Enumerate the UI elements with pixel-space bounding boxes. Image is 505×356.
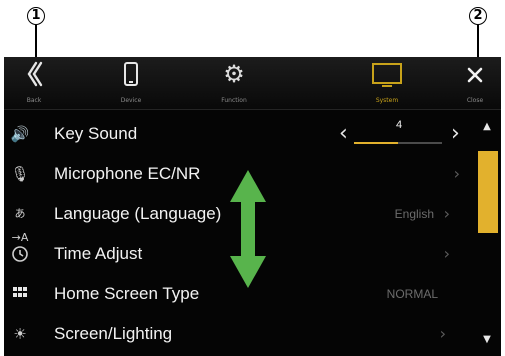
tab-back-label: Back	[26, 97, 42, 104]
row-label: Time Adjust	[54, 244, 143, 263]
callout-1: 1	[27, 7, 45, 25]
stepper-decrease-button[interactable]: ‹	[339, 114, 348, 154]
close-icon	[452, 66, 498, 89]
settings-row-screen-lighting[interactable]: ☀ Screen/Lighting ›	[4, 314, 472, 354]
settings-row-key-sound: 🔊 Key Sound ‹ 4 ›	[4, 114, 472, 154]
tab-device-label: Device	[120, 97, 142, 104]
microphone-icon: 🎙	[10, 165, 30, 183]
callout-line-1	[35, 25, 37, 57]
chevron-right-icon: ›	[453, 164, 460, 183]
language-value: English	[394, 207, 434, 221]
speaker-icon: 🔊	[10, 125, 30, 143]
row-label: Microphone EC/NR	[54, 164, 201, 183]
scrollbar[interactable]: ▲ ▼	[475, 115, 499, 355]
tab-function[interactable]: ⚙ Function	[199, 57, 269, 109]
key-sound-value: 4	[396, 119, 403, 131]
chevron-right-icon: ›	[443, 204, 450, 223]
tab-device[interactable]: Device	[96, 57, 166, 109]
double-chevron-left-icon	[9, 59, 59, 94]
callout-2: 2	[469, 7, 487, 25]
row-label: Key Sound	[54, 124, 138, 143]
top-tab-bar: Back Device ⚙ Function System Close	[4, 57, 501, 110]
scroll-gesture-arrow-icon	[228, 168, 268, 290]
chevron-right-icon: ›	[439, 324, 446, 343]
tab-close-label: Close	[466, 97, 484, 104]
language-icon: あ→A	[11, 207, 29, 244]
clock-icon	[8, 242, 32, 266]
phone-icon	[96, 61, 166, 94]
callout-line-2	[477, 25, 479, 57]
tab-function-label: Function	[221, 97, 247, 104]
tab-system-label: System	[375, 97, 399, 104]
row-label: Screen/Lighting	[54, 324, 173, 343]
key-sound-level-track	[354, 142, 442, 144]
scrollbar-thumb[interactable]	[478, 151, 498, 233]
monitor-icon	[352, 61, 422, 96]
tab-back[interactable]: Back	[9, 57, 59, 109]
row-label: Language (Language)	[54, 204, 222, 223]
row-label: Home Screen Type	[54, 284, 200, 303]
gear-icon: ⚙	[223, 60, 245, 88]
chevron-right-icon: ›	[443, 244, 450, 263]
scroll-up-arrow-icon[interactable]: ▲	[475, 121, 499, 132]
key-sound-level-fill	[354, 142, 398, 144]
stepper-increase-button[interactable]: ›	[451, 114, 460, 154]
home-screen-type-value: NORMAL	[386, 287, 438, 301]
tab-system[interactable]: System	[352, 57, 422, 109]
brightness-icon: ☀	[13, 325, 27, 343]
grid-icon	[8, 282, 32, 306]
tab-close[interactable]: Close	[452, 57, 498, 109]
scroll-down-arrow-icon[interactable]: ▼	[475, 334, 499, 345]
